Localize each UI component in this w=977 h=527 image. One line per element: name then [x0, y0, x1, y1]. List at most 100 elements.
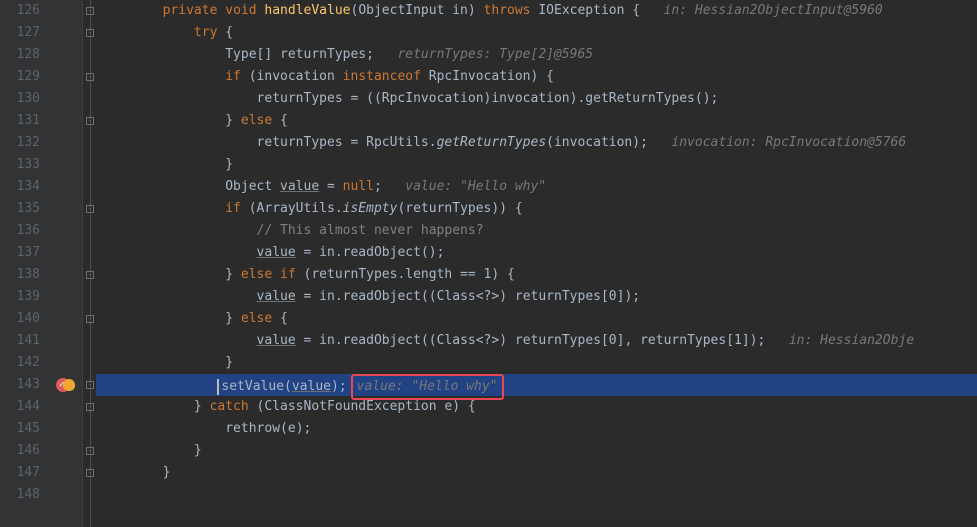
code-line[interactable]: } else { — [100, 308, 977, 330]
token-pun: ) — [499, 289, 515, 304]
token-num: 0 — [609, 289, 617, 304]
line-number[interactable]: 146 — [0, 440, 40, 462]
fold-toggle-icon[interactable]: - — [86, 447, 94, 455]
token-ident-u: value — [257, 333, 296, 348]
code-line[interactable]: returnTypes = ((RpcInvocation)invocation… — [100, 88, 977, 110]
line-number[interactable]: 129 — [0, 66, 40, 88]
line-number[interactable]: 126 — [0, 0, 40, 22]
line-number[interactable]: 131 — [0, 110, 40, 132]
fold-column[interactable]: - - - - - - - - - - - — [82, 0, 96, 527]
line-number[interactable]: 130 — [0, 88, 40, 110]
line-number-gutter[interactable]: 1261271281291301311321331341351361371381… — [0, 0, 48, 527]
intention-bulb-icon[interactable] — [63, 379, 75, 391]
token-pun: { — [624, 3, 663, 18]
token-pun: = — [296, 333, 319, 348]
line-number[interactable]: 140 — [0, 308, 40, 330]
token-ident: in — [319, 289, 335, 304]
line-number[interactable]: 137 — [0, 242, 40, 264]
line-number[interactable]: 138 — [0, 264, 40, 286]
code-line[interactable]: Type[] returnTypes; returnTypes: Type[2]… — [100, 44, 977, 66]
token-type: ArrayUtils — [257, 201, 335, 216]
token-pun: (); — [695, 91, 718, 106]
text-caret — [217, 379, 219, 395]
line-number[interactable]: 136 — [0, 220, 40, 242]
code-line[interactable]: // This almost never happens? — [100, 220, 977, 242]
code-editor[interactable]: 1261271281291301311321331341351361371381… — [0, 0, 977, 527]
token-pun: (); — [421, 245, 444, 260]
code-line[interactable]: } else { — [100, 110, 977, 132]
token-kw: if — [225, 69, 241, 84]
code-line[interactable]: } else if (returnTypes.length == 1) { — [100, 264, 977, 286]
token-ident: returnTypes — [311, 267, 397, 282]
code-line[interactable]: value = in.readObject((Class<?>) returnT… — [100, 286, 977, 308]
code-line[interactable]: } — [100, 462, 977, 484]
code-line[interactable]: } catch (ClassNotFoundException e) { — [100, 396, 977, 418]
token-pun: ); — [296, 421, 312, 436]
code-area[interactable]: private void handleValue(ObjectInput in)… — [96, 0, 977, 527]
token-pun: ); — [331, 379, 347, 394]
token-method-static: isEmpty — [343, 201, 398, 216]
token-comment: // This almost never happens? — [257, 223, 484, 238]
token-type: RpcInvocation — [382, 91, 484, 106]
code-line[interactable]: } — [100, 154, 977, 176]
line-number[interactable]: 141 — [0, 330, 40, 352]
token-method-call: readObject — [343, 289, 421, 304]
code-line[interactable]: if (ArrayUtils.isEmpty(returnTypes)) { — [100, 198, 977, 220]
line-number[interactable]: 147 — [0, 462, 40, 484]
token-pun: [] — [257, 47, 280, 62]
line-number[interactable]: 135 — [0, 198, 40, 220]
code-line[interactable]: returnTypes = RpcUtils.getReturnTypes(in… — [100, 132, 977, 154]
line-number[interactable]: 139 — [0, 286, 40, 308]
token-type: RpcInvocation — [429, 69, 531, 84]
fold-toggle-icon[interactable]: - — [86, 7, 94, 15]
code-line[interactable]: rethrow(e); — [100, 418, 977, 440]
line-number[interactable]: 134 — [0, 176, 40, 198]
code-line[interactable]: private void handleValue(ObjectInput in)… — [100, 0, 977, 22]
inline-value-hint: invocation: RpcInvocation@5766 — [671, 135, 906, 150]
token-pun: = (( — [343, 91, 382, 106]
inline-value-hint: in: Hessian2ObjectInput@5960 — [664, 3, 883, 18]
fold-toggle-icon[interactable]: - — [86, 315, 94, 323]
token-pun: ; — [366, 47, 397, 62]
token-kw: null — [343, 179, 374, 194]
code-line[interactable]: value = in.readObject(); — [100, 242, 977, 264]
token-pun: ( — [546, 135, 554, 150]
code-line[interactable]: if (invocation instanceof RpcInvocation)… — [100, 66, 977, 88]
fold-toggle-icon[interactable]: - — [86, 469, 94, 477]
fold-toggle-icon[interactable]: - — [86, 381, 94, 389]
token-method-call: rethrow — [225, 421, 280, 436]
fold-toggle-icon[interactable]: - — [86, 117, 94, 125]
token-ident: returnTypes — [405, 201, 491, 216]
line-number[interactable]: 142 — [0, 352, 40, 374]
line-number[interactable]: 132 — [0, 132, 40, 154]
fold-toggle-icon[interactable]: - — [86, 29, 94, 37]
code-line[interactable]: setValue(value);value: "Hello why" — [100, 374, 977, 396]
gutter-marks[interactable] — [48, 0, 82, 527]
token-type: Class<?> — [437, 333, 500, 348]
line-number[interactable]: 148 — [0, 484, 40, 506]
line-number[interactable]: 128 — [0, 44, 40, 66]
token-pun: = — [296, 289, 319, 304]
token-method-call: readObject — [343, 333, 421, 348]
code-line[interactable]: Object value = null; value: "Hello why" — [100, 176, 977, 198]
token-pun: } — [225, 157, 233, 172]
line-number[interactable]: 133 — [0, 154, 40, 176]
fold-toggle-icon[interactable]: - — [86, 403, 94, 411]
code-line[interactable]: value = in.readObject((Class<?>) returnT… — [100, 330, 977, 352]
code-line[interactable]: } — [100, 440, 977, 462]
code-line[interactable]: } — [100, 352, 977, 374]
line-number[interactable]: 145 — [0, 418, 40, 440]
token-pun: ( — [249, 399, 265, 414]
token-kw: private — [163, 3, 218, 18]
fold-toggle-icon[interactable]: - — [86, 73, 94, 81]
line-number[interactable]: 127 — [0, 22, 40, 44]
token-kw: else — [241, 311, 272, 326]
code-line[interactable]: try { — [100, 22, 977, 44]
line-number[interactable]: 144 — [0, 396, 40, 418]
token-pun: } — [194, 399, 210, 414]
code-line[interactable] — [100, 484, 977, 506]
token-ident: returnTypes — [515, 333, 601, 348]
line-number[interactable]: 143 — [0, 374, 40, 396]
fold-toggle-icon[interactable]: - — [86, 205, 94, 213]
fold-toggle-icon[interactable]: - — [86, 271, 94, 279]
